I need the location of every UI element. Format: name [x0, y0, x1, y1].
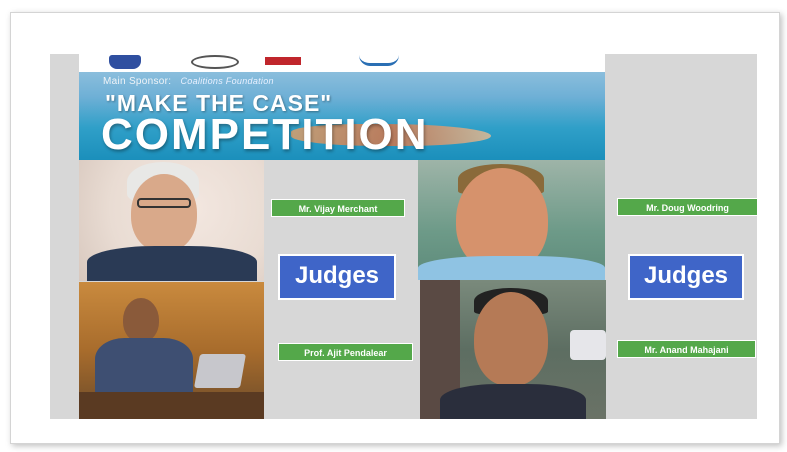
- judge-name-tag: Prof. Ajit Pendalear: [278, 343, 413, 361]
- judge-photo-2: [79, 282, 264, 419]
- main-sponsor-line: Main Sponsor: Coalitions Foundation: [103, 76, 274, 87]
- judge-face: [123, 298, 159, 342]
- judges-label-right: Judges: [628, 254, 744, 300]
- judge-shirt: [87, 246, 257, 281]
- judge-face: [131, 174, 197, 252]
- judge-name-tag: Mr. Vijay Merchant: [271, 199, 405, 217]
- partner-logo-3: [265, 57, 301, 65]
- judge-face: [474, 292, 548, 386]
- banner-title: COMPETITION: [101, 110, 429, 159]
- judge-photo-3: [418, 160, 605, 280]
- partner-logo-1: [109, 55, 141, 69]
- car-background: [570, 330, 606, 360]
- main-sponsor-name: Coalitions Foundation: [180, 76, 274, 86]
- partner-logo-4: [359, 55, 399, 66]
- sponsor-logo-strip: [79, 54, 605, 72]
- laptop-icon: [194, 354, 246, 388]
- glasses-icon: [137, 198, 191, 208]
- competition-banner: Main Sponsor: Coalitions Foundation "MAK…: [79, 54, 605, 160]
- partner-logo-2: [191, 55, 239, 69]
- judge-photo-1: [79, 160, 264, 281]
- desk: [79, 392, 264, 419]
- main-sponsor-label: Main Sponsor:: [103, 76, 172, 87]
- judge-photo-4: [420, 280, 606, 419]
- judge-name-tag: Mr. Doug Woodring: [617, 198, 758, 216]
- judges-label-left: Judges: [278, 254, 396, 300]
- judge-name-tag: Mr. Anand Mahajani: [617, 340, 756, 358]
- judge-shirt: [418, 256, 605, 280]
- judge-shirt: [440, 384, 586, 419]
